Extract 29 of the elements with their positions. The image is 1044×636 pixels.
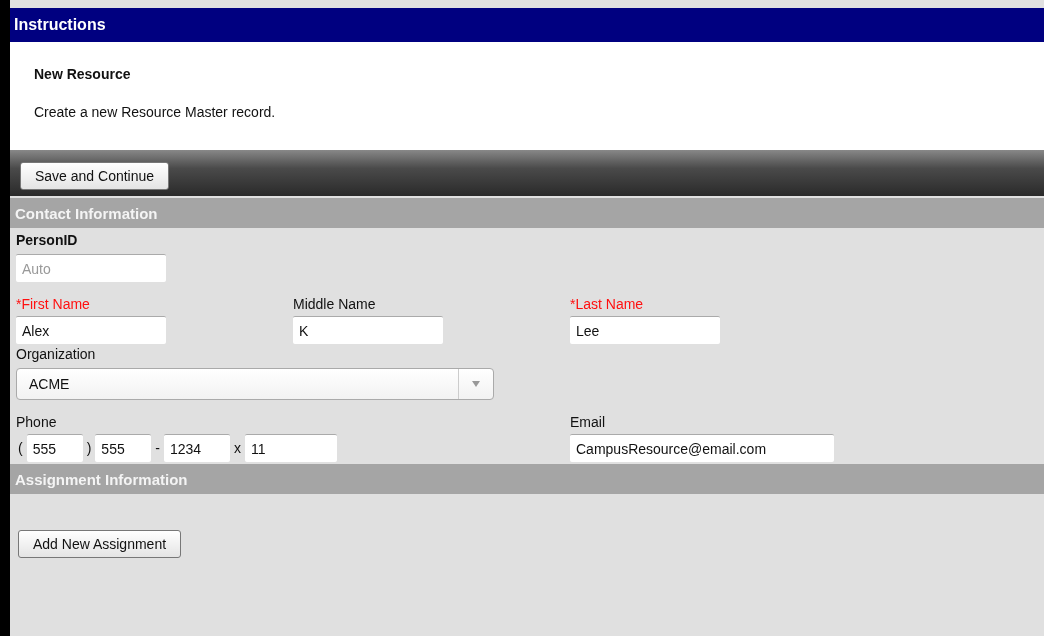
caret-icon	[472, 381, 480, 387]
prefix-field[interactable]: 555	[95, 434, 152, 462]
extension-field[interactable]: 11	[245, 434, 337, 462]
person-id-field[interactable]: Auto	[16, 254, 166, 282]
save-continue-button[interactable]: Save and Continue	[20, 162, 170, 190]
field-label: PersonID	[16, 232, 79, 250]
field-label: *Last Name	[570, 296, 644, 314]
instructions-title: Instructions	[14, 16, 106, 34]
dash-text: -	[154, 440, 161, 456]
name-field[interactable]: K	[293, 316, 443, 344]
name-field[interactable]: Lee	[570, 316, 720, 344]
field-label: Phone	[16, 414, 57, 432]
add-assignment-button[interactable]: Add New Assignment	[18, 530, 182, 558]
field-label: Organization	[16, 346, 97, 364]
paren-text: )	[85, 440, 93, 456]
name-field[interactable]: Alex	[16, 316, 166, 344]
line-number-field[interactable]: 1234	[164, 434, 230, 462]
instructions-heading: New Resource	[34, 66, 132, 82]
extension-mark: x	[233, 440, 242, 456]
area-code-field[interactable]: 555	[26, 434, 83, 462]
instructions-text: Create a new Resource Master record.	[34, 104, 277, 120]
email-field[interactable]: CampusResource@email.com	[570, 434, 834, 462]
field-label: Email	[570, 414, 605, 432]
section-title: Contact Information	[15, 204, 158, 222]
section-title: Assignment Information	[15, 470, 188, 488]
field-label: Middle Name	[293, 296, 376, 314]
organization-dropdown[interactable]: ACME	[16, 368, 494, 400]
field-label: *First Name	[16, 296, 90, 314]
paren-text: (	[17, 440, 24, 456]
